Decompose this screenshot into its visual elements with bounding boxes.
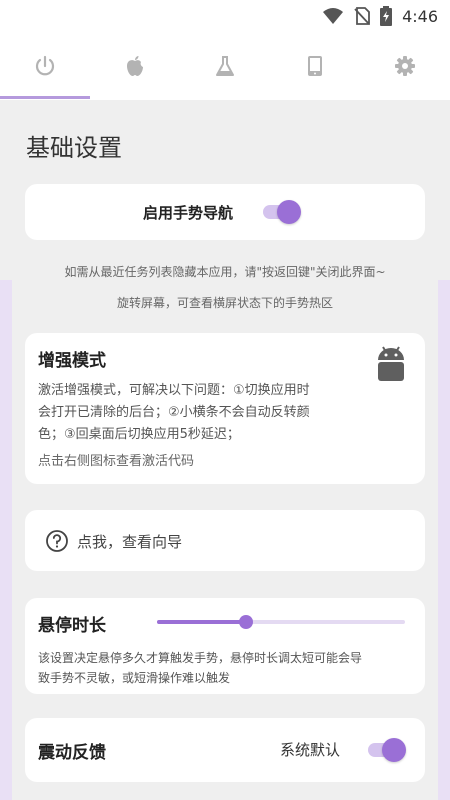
android-icon[interactable]: [375, 345, 407, 385]
question-icon: [46, 530, 68, 552]
status-time: 4:46: [402, 6, 438, 26]
vibration-card[interactable]: 震动反馈 系统默认: [25, 718, 425, 782]
hint-line-1: 如需从最近任务列表隐藏本应用，请"按返回键"关闭此界面~: [64, 265, 386, 279]
toggle-knob: [277, 200, 301, 224]
enhanced-mode-card: 增强模式 激活增强模式，可解决以下问题：①切换应用时 会打开已清除的后台；②小横…: [25, 333, 425, 484]
enhanced-mode-title: 增强模式: [38, 351, 106, 371]
status-bar: 4:46: [0, 0, 450, 32]
tab-device[interactable]: [270, 32, 360, 100]
battery-charging-icon: [380, 6, 393, 26]
slider-thumb[interactable]: [239, 615, 254, 629]
vibration-toggle[interactable]: [368, 738, 406, 762]
hover-desc-line: 该设置决定悬停多久才算触发手势，悬停时长调太短可能会导: [38, 651, 363, 665]
hover-duration-title: 悬停时长: [38, 616, 106, 636]
vibration-value: 系统默认: [280, 741, 341, 759]
slider-fill: [157, 620, 247, 624]
toggle-knob: [382, 738, 406, 762]
tab-power[interactable]: [0, 32, 90, 100]
guide-card[interactable]: 点我，查看向导: [25, 510, 425, 571]
side-rail-right: [438, 280, 450, 800]
flask-icon: [216, 56, 234, 76]
wifi-icon: [323, 8, 344, 24]
gesture-nav-label: 启用手势导航: [143, 204, 234, 222]
tab-bar: [0, 32, 450, 100]
gesture-nav-card[interactable]: 启用手势导航: [25, 184, 425, 240]
hover-duration-description: 该设置决定悬停多久才算触发手势，悬停时长调太短可能会导 致手势不灵敏，或短滑操作…: [38, 648, 362, 688]
enhanced-desc-line: 色；③回桌面后切换应用5秒延迟；: [38, 427, 240, 442]
hover-duration-slider[interactable]: [157, 615, 405, 629]
apple-icon: [127, 56, 143, 76]
enhanced-desc-line: 会打开已清除的后台；②小横条不会自动反转颜: [38, 405, 310, 420]
gear-icon: [395, 56, 415, 76]
tab-indicator: [0, 96, 90, 99]
hover-desc-line: 致手势不灵敏，或短滑操作难以触发: [38, 671, 231, 685]
side-rail-left: [0, 280, 12, 800]
phone-icon: [308, 56, 322, 76]
vibration-title: 震动反馈: [38, 743, 106, 763]
tab-apple[interactable]: [90, 32, 180, 100]
hint-line-2: 旋转屏幕，可查看横屏状态下的手势热区: [116, 296, 333, 310]
page-title: 基础设置: [26, 134, 122, 162]
tab-settings[interactable]: [360, 32, 450, 100]
tab-lab[interactable]: [180, 32, 270, 100]
enhanced-desc-line: 激活增强模式，可解决以下问题：①切换应用时: [38, 383, 310, 398]
enhanced-mode-footnote: 点击右侧图标查看激活代码: [38, 454, 195, 469]
power-icon: [35, 55, 55, 76]
guide-label: 点我，查看向导: [77, 533, 183, 551]
enhanced-mode-description: 激活增强模式，可解决以下问题：①切换应用时 会打开已清除的后台；②小横条不会自动…: [38, 380, 310, 446]
no-sim-icon: [354, 7, 370, 25]
hover-duration-card: 悬停时长 该设置决定悬停多久才算触发手势，悬停时长调太短可能会导 致手势不灵敏，…: [25, 598, 425, 694]
gesture-nav-toggle[interactable]: [263, 200, 301, 224]
